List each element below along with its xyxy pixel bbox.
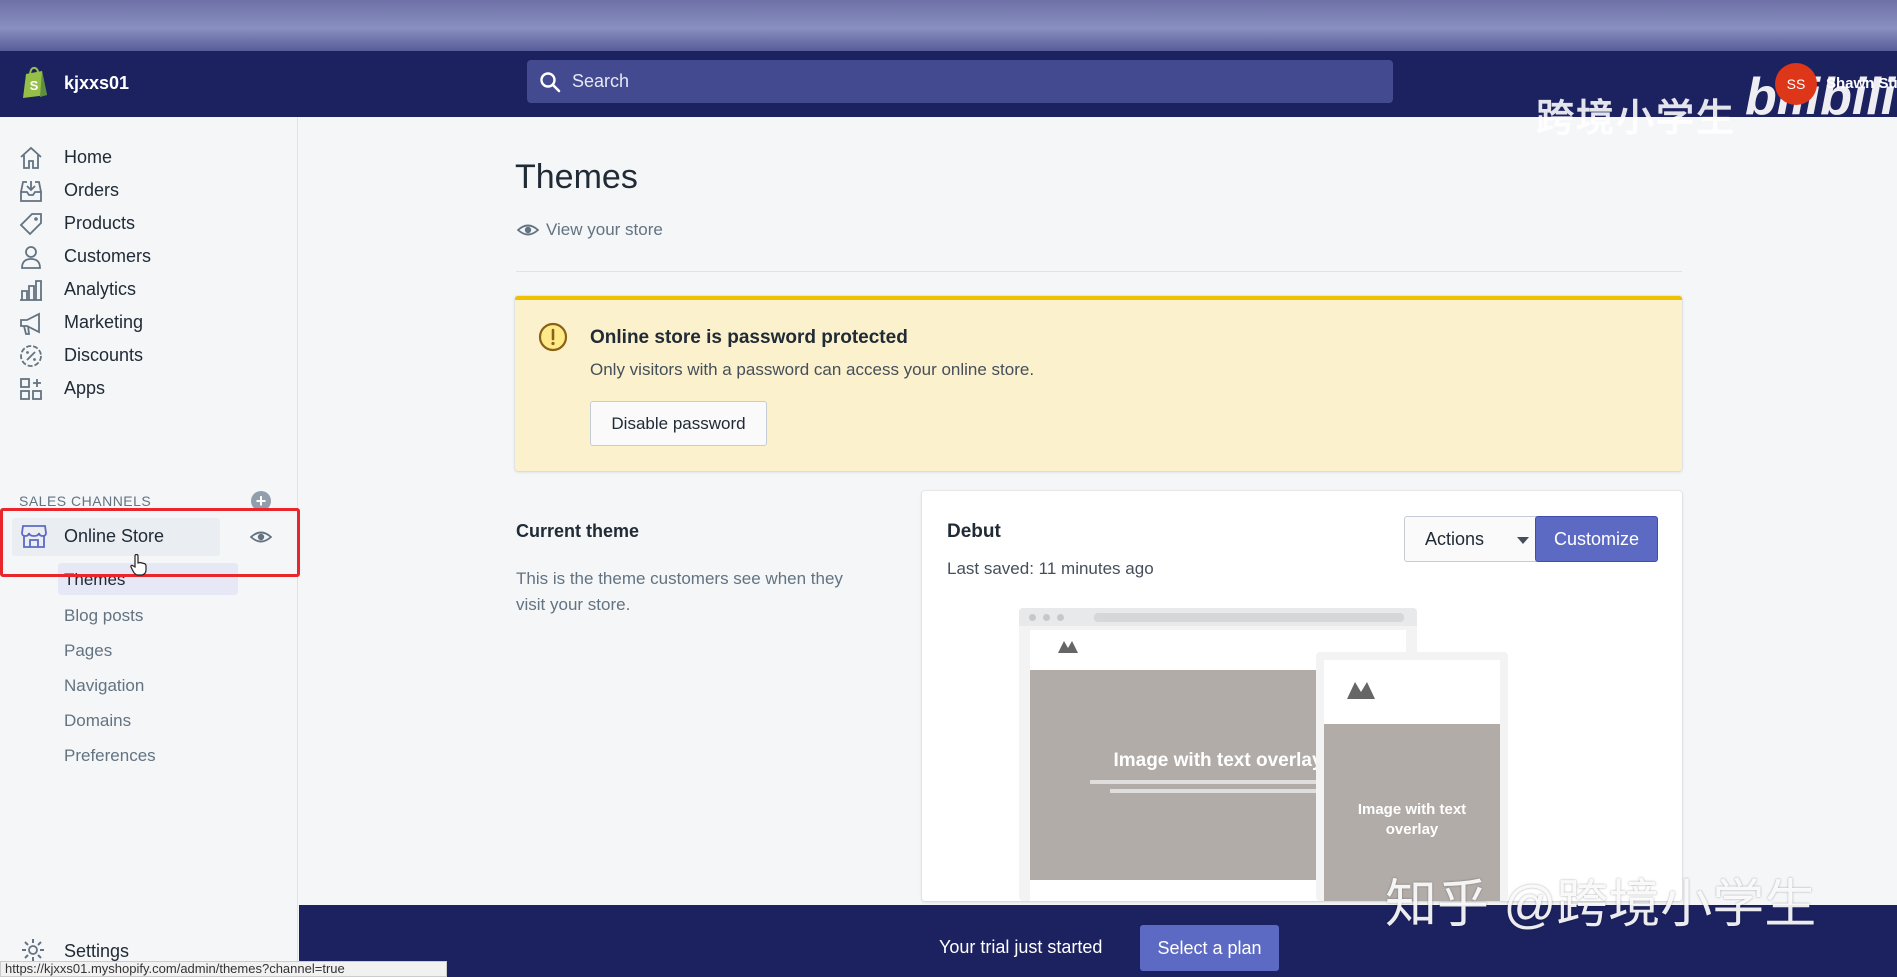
preview-url-bar bbox=[1094, 613, 1404, 622]
sidebar-item-label: Settings bbox=[64, 941, 130, 961]
current-theme-heading: Current theme bbox=[516, 521, 640, 541]
home-icon bbox=[20, 146, 42, 169]
sidebar-subitem-navigation[interactable]: Navigation bbox=[64, 676, 144, 696]
search-icon bbox=[540, 72, 561, 93]
last-saved-text: Last saved: 11 minutes ago bbox=[947, 559, 1154, 578]
sidebar-subitem-blog-posts[interactable]: Blog posts bbox=[64, 606, 143, 626]
warning-icon bbox=[538, 322, 568, 352]
sidebar-item-apps[interactable]: Apps bbox=[0, 368, 298, 408]
svg-text:S: S bbox=[30, 78, 39, 93]
window-dot bbox=[1029, 614, 1036, 621]
current-theme-description: This is the theme customers see when the… bbox=[516, 569, 843, 614]
divider bbox=[516, 271, 1682, 272]
sidebar-item-label: Products bbox=[64, 213, 136, 233]
sidebar-subitem-pages[interactable]: Pages bbox=[64, 641, 112, 661]
tag-icon bbox=[19, 213, 42, 236]
sidebar-item-label: Discounts bbox=[64, 345, 144, 365]
zhihu-watermark: 知乎 @跨境小学生 bbox=[1385, 876, 1817, 934]
trial-message: Your trial just started bbox=[939, 937, 1103, 957]
orders-icon bbox=[20, 181, 42, 202]
window-dot bbox=[1057, 614, 1064, 621]
banner-message: Only visitors with a password can access… bbox=[590, 360, 1035, 379]
browser-chrome-strip bbox=[0, 0, 1897, 51]
select-plan-button[interactable]: Select a plan bbox=[1140, 925, 1279, 971]
sidebar-subitem-preferences[interactable]: Preferences bbox=[64, 746, 156, 766]
watermark-title: 跨境小学生 bbox=[1536, 98, 1737, 140]
caret-down-icon bbox=[1517, 537, 1529, 544]
view-store-label: View your store bbox=[546, 220, 663, 239]
customize-button[interactable]: Customize bbox=[1535, 516, 1658, 562]
avatar[interactable]: SS bbox=[1775, 63, 1817, 105]
hand-cursor-icon bbox=[130, 554, 147, 576]
banner-title: Online store is password protected bbox=[590, 327, 908, 348]
theme-name: Debut bbox=[947, 521, 1001, 542]
person-icon bbox=[21, 246, 41, 269]
mobile-preview-heading: Image with text overlay bbox=[1357, 801, 1467, 838]
mountain-logo-icon bbox=[1347, 682, 1375, 699]
sales-channels-heading: SALES CHANNELS bbox=[19, 493, 152, 509]
search-bar[interactable]: Search bbox=[527, 60, 1393, 103]
window-dot bbox=[1043, 614, 1050, 621]
sidebar-item-label: Home bbox=[64, 147, 113, 167]
discount-icon bbox=[20, 345, 42, 367]
store-name[interactable]: kjxxs01 bbox=[64, 73, 129, 94]
password-protected-banner: Online store is password protected Only … bbox=[515, 296, 1682, 471]
page-title: Themes bbox=[515, 158, 638, 196]
eye-icon bbox=[517, 224, 539, 236]
megaphone-icon bbox=[20, 312, 40, 335]
shopify-logo-icon[interactable]: S bbox=[20, 65, 50, 99]
sidebar-subitem-domains[interactable]: Domains bbox=[64, 711, 131, 731]
current-theme-card: Debut Last saved: 11 minutes ago Actions… bbox=[922, 491, 1682, 901]
preview-subtext-line bbox=[1110, 789, 1326, 793]
disable-password-button[interactable]: Disable password bbox=[590, 401, 767, 446]
mountain-logo-icon bbox=[1058, 641, 1078, 653]
top-bar: S kjxxs01 Search 跨境小学生 bilibili SS Shawn… bbox=[0, 51, 1897, 140]
bar-chart-icon bbox=[20, 280, 42, 301]
user-name[interactable]: Shawn Su bbox=[1826, 75, 1897, 92]
preview-subtext-line bbox=[1090, 780, 1346, 784]
sidebar-item-label: Apps bbox=[64, 378, 106, 398]
online-store-highlight-box bbox=[0, 508, 300, 577]
sidebar-item-label: Customers bbox=[64, 246, 152, 266]
sidebar-item-label: Analytics bbox=[64, 279, 137, 299]
actions-label: Actions bbox=[1425, 529, 1485, 549]
apps-icon bbox=[20, 378, 42, 400]
status-bar-url: https://kjxxs01.myshopify.com/admin/them… bbox=[0, 961, 447, 977]
sidebar-item-label: Marketing bbox=[64, 312, 144, 332]
gear-icon bbox=[22, 939, 44, 961]
sidebar-item-label: Orders bbox=[64, 180, 120, 200]
search-placeholder: Search bbox=[572, 71, 630, 91]
